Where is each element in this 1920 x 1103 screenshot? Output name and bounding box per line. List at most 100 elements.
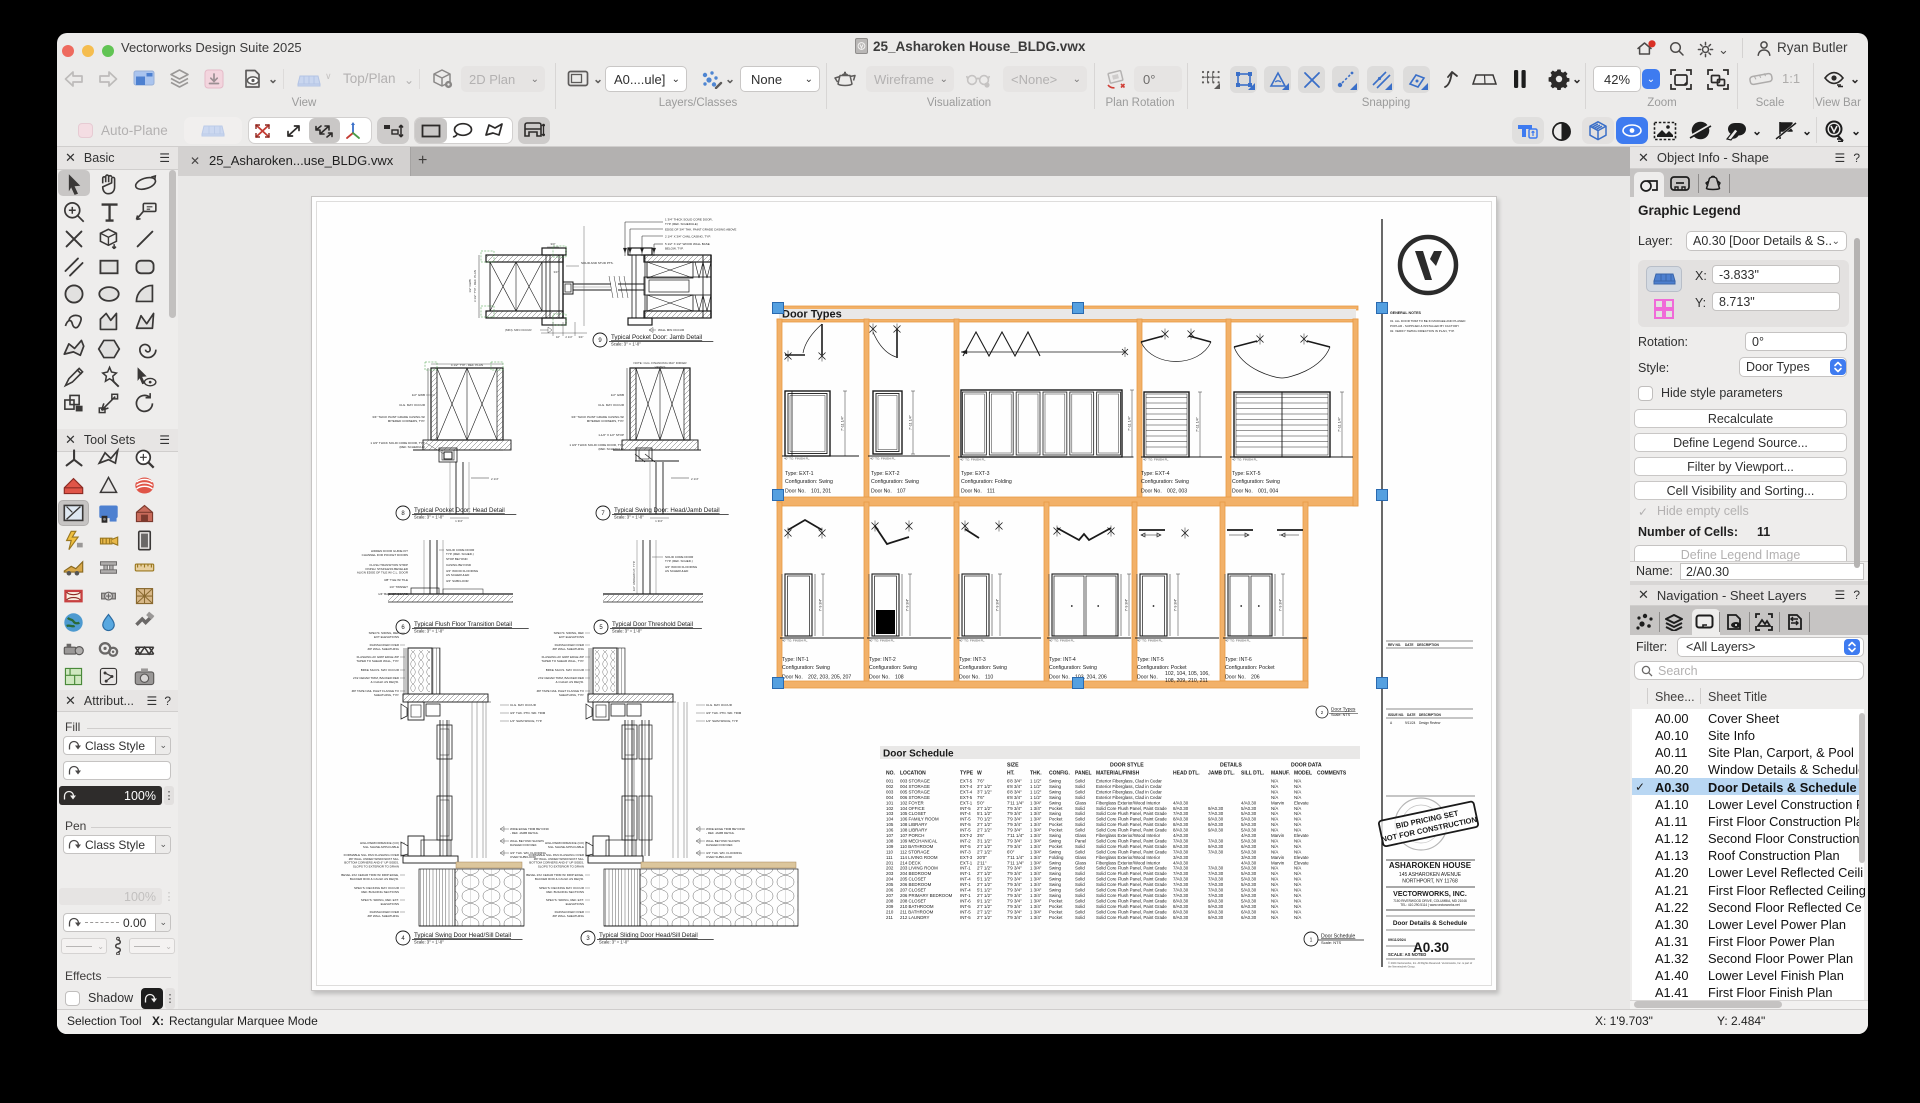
svg-text:1 3/4": 1 3/4" bbox=[455, 519, 463, 523]
svg-text:N/A: N/A bbox=[1271, 828, 1278, 833]
svg-text:1 3/4": 1 3/4" bbox=[1030, 882, 1042, 887]
svg-text:1/2" GWB: 1/2" GWB bbox=[468, 279, 472, 292]
svg-text:SHEATHING, TYP.: SHEATHING, TYP. bbox=[559, 693, 584, 697]
svg-text:Solid: Solid bbox=[1075, 866, 1085, 871]
svg-text:7/A0.30: 7/A0.30 bbox=[1173, 838, 1189, 843]
svg-text:N/A: N/A bbox=[1294, 915, 1301, 920]
svg-text:N/A: N/A bbox=[1294, 817, 1301, 822]
svg-text:7'-9 3/4": 7'-9 3/4" bbox=[819, 598, 823, 611]
svg-text:1-1/2" X 1/2" STOP: 1-1/2" X 1/2" STOP bbox=[598, 433, 624, 437]
svg-text:003 STORAGE: 003 STORAGE bbox=[900, 779, 930, 784]
svg-text:3/8" TILE W/ TILE: 3/8" TILE W/ TILE bbox=[384, 578, 408, 582]
svg-text:Elevate: Elevate bbox=[1294, 855, 1309, 860]
svg-text:VECTORWORKS, INC.: VECTORWORKS, INC. bbox=[1393, 891, 1467, 898]
svg-text:1: 1 bbox=[1310, 938, 1313, 944]
svg-text:20'0": 20'0" bbox=[977, 855, 987, 860]
svg-text:7'9 3/4": 7'9 3/4" bbox=[1007, 828, 1022, 833]
svg-text:N/A: N/A bbox=[1294, 795, 1301, 800]
svg-text:3/A0.30: 3/A0.30 bbox=[1241, 855, 1257, 860]
svg-text:N/A: N/A bbox=[1294, 822, 1301, 827]
svg-text:Solid Core Flush Panel, Paint: Solid Core Flush Panel, Paint Grade bbox=[1096, 806, 1167, 811]
svg-text:Scale: 3" = 1'-0": Scale: 3" = 1'-0" bbox=[414, 629, 444, 634]
svg-text:N/A: N/A bbox=[1271, 844, 1278, 849]
svg-text:2'7 1/2": 2'7 1/2" bbox=[977, 828, 992, 833]
svg-text:Configuration: Pocket: Configuration: Pocket bbox=[1225, 665, 1275, 671]
svg-text:DESCRIPTION: DESCRIPTION bbox=[1417, 643, 1439, 647]
svg-text:102, 104, 105, 106,: 102, 104, 105, 106, bbox=[1165, 671, 1210, 677]
svg-text:4/A0.30: 4/A0.30 bbox=[1241, 800, 1257, 805]
svg-text:202: 202 bbox=[886, 866, 894, 871]
svg-text:Type: EXT-2: Type: EXT-2 bbox=[871, 471, 900, 477]
svg-text:109: 109 bbox=[886, 844, 894, 849]
svg-text:107: 107 bbox=[886, 833, 894, 838]
svg-text:CHANNEL FOR POCKET DOORS: CHANNEL FOR POCKET DOORS bbox=[362, 553, 408, 557]
svg-text:7'9 3/4": 7'9 3/4" bbox=[1007, 806, 1022, 811]
svg-text:40" TO. FINISH FL.: 40" TO. FINISH FL. bbox=[1232, 458, 1258, 462]
svg-text:1/2" GWB: 1/2" GWB bbox=[611, 393, 624, 397]
svg-text:Marvin: Marvin bbox=[1271, 860, 1285, 865]
svg-text:5'1 1/2": 5'1 1/2" bbox=[977, 811, 992, 816]
svg-text:6'8 3/4": 6'8 3/4" bbox=[1007, 779, 1022, 784]
svg-text:9/A0.30: 9/A0.30 bbox=[1208, 844, 1224, 849]
svg-text:Pocket: Pocket bbox=[1049, 844, 1063, 849]
svg-text:5'1 1/2": 5'1 1/2" bbox=[977, 888, 992, 893]
svg-text:1 3/4": 1 3/4" bbox=[1030, 866, 1042, 871]
svg-text:& CHALK AS REQ'D.: & CHALK AS REQ'D. bbox=[371, 680, 400, 684]
svg-text:Marvin: Marvin bbox=[1271, 833, 1285, 838]
svg-text:INT-4: INT-4 bbox=[960, 877, 971, 882]
svg-text:N/A: N/A bbox=[1271, 811, 1278, 816]
svg-text:Door No.: Door No. bbox=[1232, 489, 1253, 495]
svg-text:Solid Core Flush Panel, Paint: Solid Core Flush Panel, Paint Grade bbox=[1096, 844, 1167, 849]
svg-text:CLG. MAY OCCUR: CLG. MAY OCCUR bbox=[706, 703, 733, 707]
svg-text:105: 105 bbox=[886, 822, 894, 827]
svg-text:INT-5: INT-5 bbox=[960, 822, 971, 827]
svg-text:7'6": 7'6" bbox=[977, 779, 985, 784]
svg-text:GENERAL NOTES: GENERAL NOTES bbox=[1390, 311, 1421, 315]
svg-text:N/A: N/A bbox=[1271, 871, 1278, 876]
svg-text:DOOR STYLE: DOOR STYLE bbox=[1110, 763, 1144, 769]
svg-text:Door No.: Door No. bbox=[1049, 675, 1070, 681]
svg-text:Scale: 3" = 1'-0": Scale: 3" = 1'-0" bbox=[414, 515, 444, 520]
svg-text:Pocket: Pocket bbox=[1049, 915, 1063, 920]
svg-text:9/A0.30: 9/A0.30 bbox=[1208, 828, 1224, 833]
svg-text:7'11 1/4": 7'11 1/4" bbox=[1007, 860, 1024, 865]
svg-text:1 1/2": 1 1/2" bbox=[1030, 784, 1042, 789]
svg-text:Swing: Swing bbox=[1049, 871, 1062, 876]
svg-text:4/A0.30: 4/A0.30 bbox=[1241, 860, 1257, 865]
svg-text:Solid: Solid bbox=[1075, 909, 1085, 914]
svg-text:MITERED CORNERS, TYP.: MITERED CORNERS, TYP. bbox=[388, 419, 425, 423]
svg-text:1 3/4": 1 3/4" bbox=[1030, 838, 1042, 843]
svg-text:3/A0.30: 3/A0.30 bbox=[1173, 855, 1189, 860]
svg-text:Configuration: Swing: Configuration: Swing bbox=[869, 665, 917, 671]
svg-text:7/A0.30: 7/A0.30 bbox=[1208, 888, 1224, 893]
svg-text:JAMB DTL.: JAMB DTL. bbox=[1208, 771, 1235, 777]
svg-text:7'9 3/4": 7'9 3/4" bbox=[1007, 811, 1022, 816]
svg-text:N/A: N/A bbox=[1271, 866, 1278, 871]
svg-text:N/A: N/A bbox=[1271, 817, 1278, 822]
svg-text:107 PORCH: 107 PORCH bbox=[900, 833, 924, 838]
svg-text:1 3/4": 1 3/4" bbox=[1030, 893, 1042, 898]
svg-text:ELEVATIONS: ELEVATIONS bbox=[381, 902, 399, 906]
svg-text:9: 9 bbox=[598, 338, 602, 344]
svg-text:Solid: Solid bbox=[1075, 844, 1085, 849]
svg-text:Solid Core Flush Panel, Paint: Solid Core Flush Panel, Paint Grade bbox=[1096, 866, 1167, 871]
svg-text:Solid: Solid bbox=[1075, 888, 1085, 893]
svg-text:09/11/2024: 09/11/2024 bbox=[1388, 938, 1406, 942]
svg-text:EXT-5: EXT-5 bbox=[960, 779, 973, 784]
svg-text:Solid: Solid bbox=[1075, 882, 1085, 887]
svg-text:40" TO. FINISH FL.: 40" TO. FINISH FL. bbox=[1225, 639, 1251, 643]
svg-text:MANUF.: MANUF. bbox=[1271, 771, 1290, 777]
svg-text:110: 110 bbox=[886, 849, 894, 854]
svg-text:Folding: Folding bbox=[1049, 855, 1064, 860]
svg-text:6'8 3/4": 6'8 3/4" bbox=[1007, 789, 1022, 794]
svg-text:1 3/4": 1 3/4" bbox=[1030, 800, 1042, 805]
svg-text:Solid Core Flush Panel, Paint: Solid Core Flush Panel, Paint Grade bbox=[1096, 849, 1167, 854]
svg-text:7'-11 1/4": 7'-11 1/4" bbox=[1128, 415, 1132, 431]
svg-text:1 3/4": 1 3/4" bbox=[1030, 817, 1042, 822]
svg-text:Swing: Swing bbox=[1049, 800, 1062, 805]
svg-text:7'-9 3/4": 7'-9 3/4" bbox=[1174, 598, 1178, 611]
svg-text:N/A: N/A bbox=[1271, 849, 1278, 854]
svg-text:EXT-4: EXT-4 bbox=[960, 784, 973, 789]
svg-text:EXT-5: EXT-5 bbox=[960, 795, 973, 800]
svg-text:7'9 3/4": 7'9 3/4" bbox=[1007, 888, 1022, 893]
